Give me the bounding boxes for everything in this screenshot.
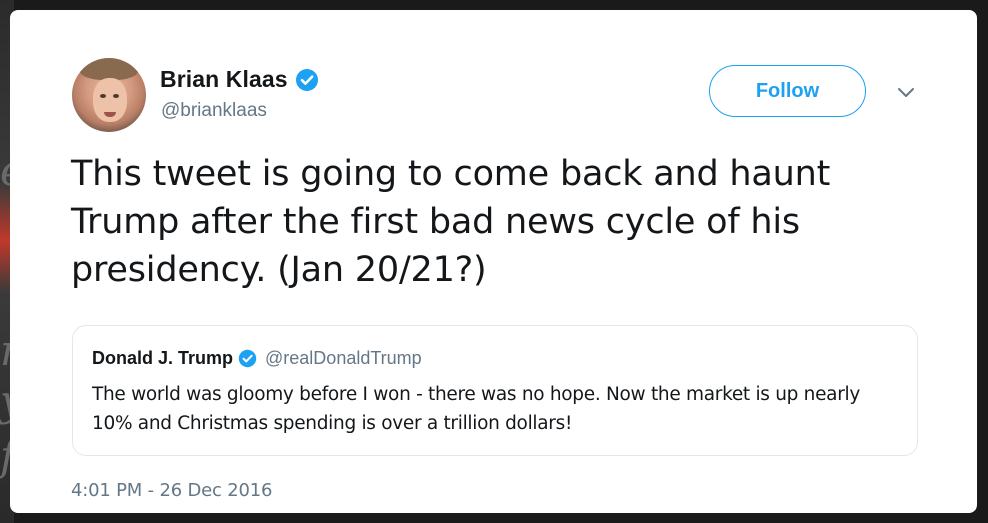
tweet-text: This tweet is going to come back and hau… — [71, 154, 831, 290]
avatar[interactable] — [72, 58, 146, 132]
tweet-timestamp[interactable]: 4:01 PM - 26 Dec 2016 — [71, 480, 272, 501]
tweet-card: Brian Klaas @brianklaas Follow This twee… — [10, 10, 977, 513]
quoted-tweet[interactable]: Donald J. Trump @realDonaldTrump The wor… — [72, 325, 918, 456]
verified-badge-icon — [238, 349, 257, 368]
verified-badge-icon — [295, 68, 319, 92]
quoted-tweet-header: Donald J. Trump @realDonaldTrump — [92, 348, 422, 369]
quoted-author-name: Donald J. Trump — [92, 348, 234, 368]
quoted-author-handle: @realDonaldTrump — [265, 348, 422, 368]
author-display-name[interactable]: Brian Klaas — [160, 66, 288, 93]
author-handle[interactable]: @brianklaas — [161, 100, 267, 122]
avatar-eye — [113, 94, 119, 98]
avatar-hair — [80, 58, 138, 80]
chevron-down-icon[interactable] — [895, 86, 917, 100]
follow-button[interactable]: Follow — [709, 65, 866, 117]
avatar-eye — [100, 94, 106, 98]
quoted-tweet-text: The world was gloomy before I won - ther… — [92, 384, 860, 434]
author-name-row[interactable]: Brian Klaas — [160, 66, 319, 93]
